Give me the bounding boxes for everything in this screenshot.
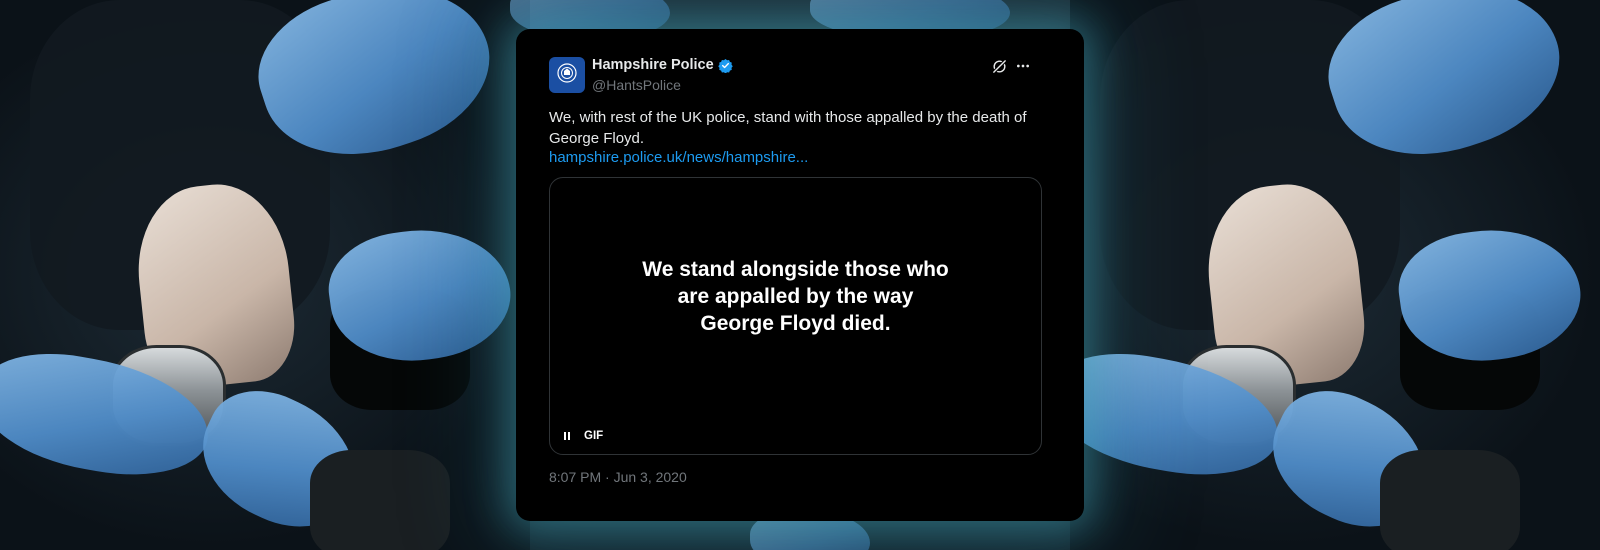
dark-sleeve-bottom	[310, 450, 450, 550]
author-name-text[interactable]: Hampshire Police	[592, 57, 714, 73]
tweet-card[interactable]: Hampshire Police @HantsPolice We, with r…	[516, 29, 1084, 521]
background-photo-right	[1070, 0, 1600, 550]
avatar[interactable]	[549, 57, 585, 93]
police-crest-icon	[556, 62, 578, 89]
tweet-timestamp[interactable]: 8:07 PM · Jun 3, 2020	[549, 469, 687, 485]
grok-icon[interactable]	[990, 57, 1008, 75]
pause-icon[interactable]	[564, 432, 572, 440]
gif-caption-line: are appalled by the way	[677, 285, 914, 308]
tweet-text: We, with rest of the UK police, stand wi…	[549, 109, 1027, 147]
more-options-icon[interactable]	[1014, 57, 1032, 75]
gif-label: GIF	[584, 430, 604, 442]
author-handle[interactable]: @HantsPolice	[592, 77, 681, 93]
background-collage: Hampshire Police @HantsPolice We, with r…	[0, 0, 1600, 550]
gif-controls: GIF	[564, 430, 603, 442]
gif-caption-line: We stand alongside those who	[642, 258, 949, 281]
gif-caption-line: George Floyd died.	[700, 312, 891, 335]
dark-sleeve-bottom	[1380, 450, 1520, 550]
verified-badge-icon	[717, 58, 733, 73]
gif-caption: We stand alongside those who are appalle…	[550, 256, 1041, 337]
tweet-link[interactable]: hampshire.police.uk/news/hampshire...	[549, 149, 808, 166]
tweet-media-gif[interactable]: We stand alongside those who are appalle…	[549, 177, 1042, 455]
background-photo-left	[0, 0, 530, 550]
author-name[interactable]: Hampshire Police	[592, 57, 733, 73]
